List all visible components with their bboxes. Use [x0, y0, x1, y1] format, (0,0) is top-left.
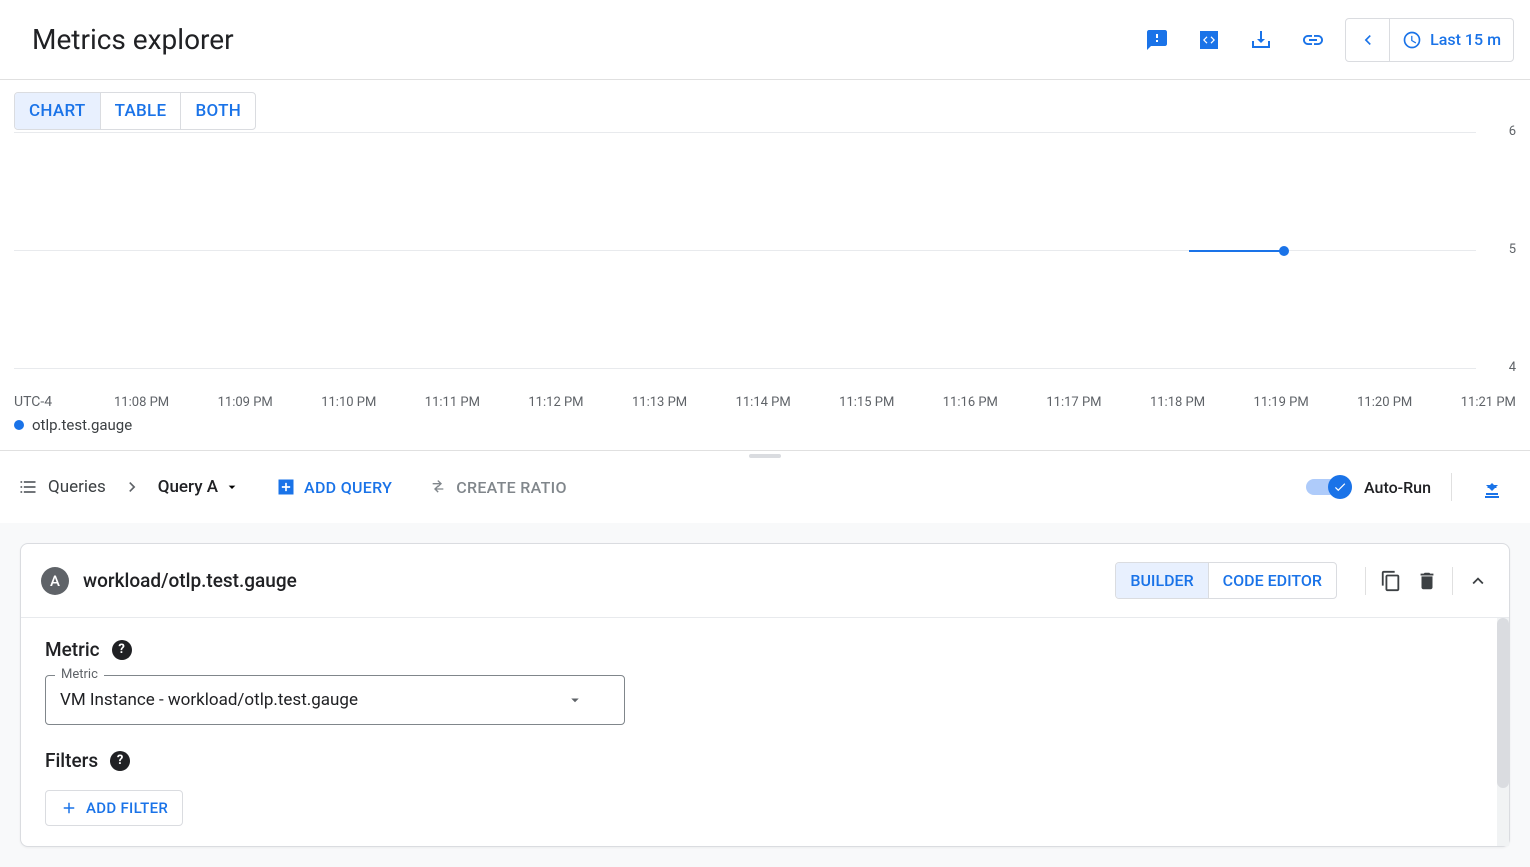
xtick: 11:13 PM — [632, 395, 687, 410]
tab-table[interactable]: TABLE — [100, 93, 181, 129]
scrollbar[interactable] — [1497, 618, 1509, 846]
create-ratio-button[interactable]: CREATE RATIO — [428, 477, 567, 497]
xtick: 11:20 PM — [1357, 395, 1412, 410]
xtick: 11:12 PM — [528, 395, 583, 410]
xtick: 11:14 PM — [736, 395, 791, 410]
link-icon[interactable] — [1293, 20, 1333, 60]
xtick: 11:09 PM — [218, 395, 273, 410]
builder-tab[interactable]: BUILDER — [1116, 563, 1207, 598]
xtick: 11:17 PM — [1046, 395, 1101, 410]
xtick: 11:21 PM — [1461, 395, 1516, 410]
xtick: 11:16 PM — [943, 395, 998, 410]
chart[interactable]: 6 5 4 — [14, 130, 1516, 390]
legend-label: otlp.test.gauge — [32, 416, 132, 434]
timezone-label: UTC-4 — [14, 394, 114, 410]
query-title: workload/otlp.test.gauge — [83, 569, 1101, 592]
collapse-all-icon[interactable] — [1472, 467, 1512, 507]
panel-drag-handle[interactable] — [749, 454, 781, 458]
tab-chart[interactable]: CHART — [15, 93, 100, 129]
time-range-selector[interactable]: Last 15 m — [1390, 19, 1513, 61]
collapse-icon[interactable] — [1467, 570, 1489, 592]
help-icon[interactable]: ? — [110, 751, 130, 771]
xtick: 11:15 PM — [839, 395, 894, 410]
queries-breadcrumb[interactable]: Queries — [18, 477, 106, 497]
xtick: 11:11 PM — [425, 395, 480, 410]
filters-section-label: Filters — [45, 749, 98, 772]
metric-section-label: Metric — [45, 638, 100, 661]
xtick: 11:10 PM — [321, 395, 376, 410]
code-editor-tab[interactable]: CODE EDITOR — [1208, 563, 1336, 598]
query-badge: A — [41, 567, 69, 595]
add-query-button[interactable]: ADD QUERY — [276, 477, 392, 497]
ytick: 4 — [1509, 360, 1516, 375]
download-icon[interactable] — [1241, 20, 1281, 60]
page-title: Metrics explorer — [32, 23, 234, 56]
time-back-button[interactable] — [1346, 19, 1390, 61]
query-selector[interactable]: Query A — [158, 477, 240, 497]
ytick: 5 — [1509, 242, 1516, 257]
chart-series-line — [1189, 250, 1284, 252]
duplicate-icon[interactable] — [1380, 570, 1402, 592]
tab-both[interactable]: BOTH — [180, 93, 255, 129]
legend-color-swatch — [14, 420, 24, 430]
autorun-label: Auto-Run — [1364, 478, 1431, 497]
chevron-right-icon — [122, 477, 142, 497]
chart-data-point — [1279, 246, 1289, 256]
autorun-toggle[interactable] — [1306, 475, 1352, 499]
delete-icon[interactable] — [1416, 570, 1438, 592]
ytick: 6 — [1509, 124, 1516, 139]
time-range-label: Last 15 m — [1430, 30, 1501, 49]
view-tabs: CHART TABLE BOTH — [14, 92, 256, 130]
xtick: 11:19 PM — [1254, 395, 1309, 410]
xtick: 11:18 PM — [1150, 395, 1205, 410]
feedback-icon[interactable] — [1137, 20, 1177, 60]
metric-field-label: Metric — [55, 667, 104, 682]
add-filter-button[interactable]: ADD FILTER — [45, 790, 183, 826]
metric-dropdown[interactable]: VM Instance - workload/otlp.test.gauge — [45, 675, 625, 725]
code-icon[interactable] — [1189, 20, 1229, 60]
xtick: 11:08 PM — [114, 395, 169, 410]
help-icon[interactable]: ? — [112, 640, 132, 660]
